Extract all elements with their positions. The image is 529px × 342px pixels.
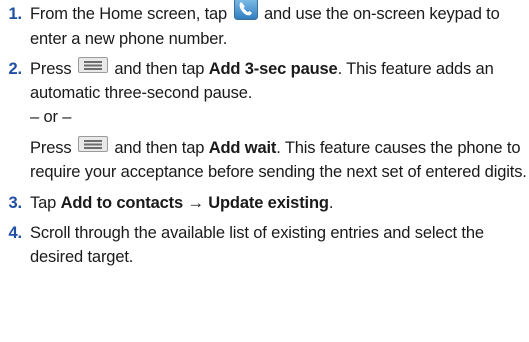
menu-icon: [77, 56, 108, 80]
step-text: .: [328, 194, 334, 213]
step-text: Press: [30, 139, 72, 158]
or-separator: – or –: [30, 108, 72, 127]
action-label: Add to contacts → Update existing: [60, 194, 329, 213]
action-label: Add wait: [208, 139, 277, 158]
step-1: 1. From the Home screen, tap and use the…: [0, 0, 529, 51]
step-text: and then tap: [114, 139, 205, 158]
menu-icon: [77, 135, 108, 159]
step-number: 3.: [8, 194, 23, 213]
step-4: 4. Scroll through the available list of …: [0, 221, 529, 269]
step-text: Tap: [30, 194, 57, 213]
step-2: 2. Press and then tap Add 3-sec pause. T…: [0, 56, 529, 184]
step-text: and then tap: [114, 60, 205, 79]
step-text: From the Home screen, tap: [30, 5, 228, 23]
step-number: 1.: [8, 5, 23, 23]
step-text: Scroll through the available list of exi…: [30, 224, 484, 267]
instruction-steps: 1. From the Home screen, tap and use the…: [0, 0, 529, 269]
step-text: Press: [30, 60, 72, 79]
step-3: 3. Tap Add to contacts → Update existing…: [0, 191, 529, 215]
alternative-instruction: Press and then tap Add wait. This featur…: [30, 135, 529, 184]
step-number: 4.: [8, 224, 23, 243]
step-number: 2.: [8, 60, 23, 79]
phone-icon: [233, 0, 258, 27]
action-label: Add 3-sec pause: [208, 60, 338, 79]
